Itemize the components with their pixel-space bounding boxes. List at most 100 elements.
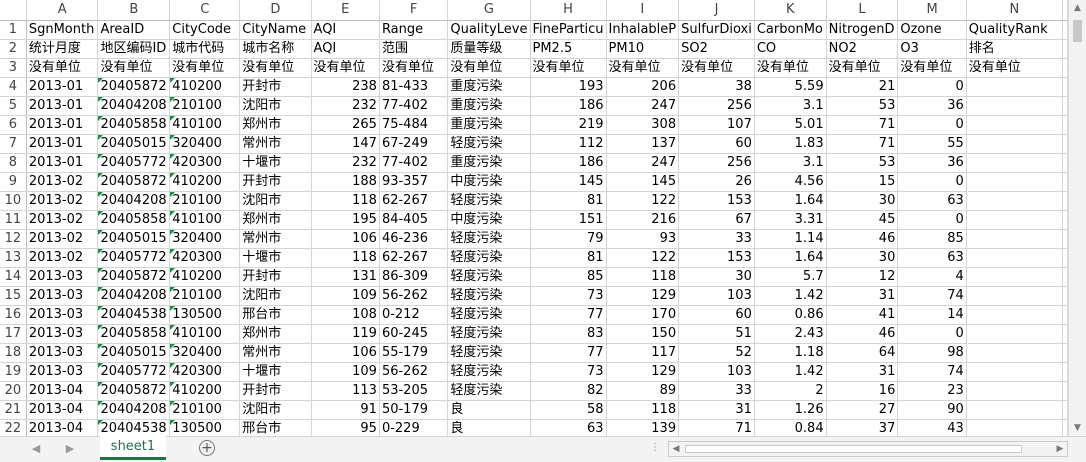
- cell-a6[interactable]: 2013-01: [26, 115, 99, 135]
- select-all-corner[interactable]: [0, 0, 27, 21]
- scroll-right-icon[interactable]: ▶: [1053, 442, 1067, 456]
- cell-m1[interactable]: Ozone: [897, 20, 967, 40]
- cell-n12[interactable]: [966, 229, 1064, 249]
- cell-empty[interactable]: [1062, 419, 1068, 436]
- column-header-g[interactable]: G: [447, 0, 531, 21]
- cell-n16[interactable]: [966, 305, 1064, 325]
- cell-empty[interactable]: [1062, 248, 1068, 268]
- cell-n8[interactable]: [966, 153, 1064, 173]
- cell-b22[interactable]: 20404538: [97, 419, 171, 436]
- cell-c15[interactable]: 210100: [169, 286, 241, 306]
- cell-j18[interactable]: 52: [678, 343, 755, 363]
- cell-empty[interactable]: [1062, 210, 1068, 230]
- cell-d15[interactable]: 沈阳市: [239, 286, 312, 306]
- cell-d2[interactable]: 城市名称: [239, 39, 312, 59]
- cell-m12[interactable]: 85: [897, 229, 967, 249]
- cell-b19[interactable]: 20405772: [97, 362, 171, 382]
- cell-c16[interactable]: 130500: [169, 305, 241, 325]
- cell-j19[interactable]: 103: [678, 362, 755, 382]
- cell-d17[interactable]: 郑州市: [239, 324, 312, 344]
- cell-empty[interactable]: [1062, 324, 1068, 344]
- cell-empty[interactable]: [1062, 58, 1068, 78]
- row-header[interactable]: 10: [0, 191, 27, 211]
- prev-sheet-icon[interactable]: ◀: [28, 441, 44, 457]
- cell-c20[interactable]: 410200: [169, 381, 241, 401]
- cell-m17[interactable]: 0: [897, 324, 967, 344]
- cell-j13[interactable]: 153: [678, 248, 755, 268]
- cell-h1[interactable]: FineParticu: [530, 20, 607, 40]
- cell-g12[interactable]: 轻度污染: [447, 229, 531, 249]
- cell-d7[interactable]: 常州市: [239, 134, 312, 154]
- cell-a17[interactable]: 2013-03: [26, 324, 99, 344]
- cell-h17[interactable]: 83: [530, 324, 607, 344]
- cell-l6[interactable]: 71: [826, 115, 899, 135]
- cell-h22[interactable]: 63: [530, 419, 607, 436]
- cell-empty[interactable]: [1062, 115, 1068, 135]
- cell-k17[interactable]: 2.43: [754, 324, 827, 344]
- cell-c6[interactable]: 410100: [169, 115, 241, 135]
- cell-f6[interactable]: 75-484: [379, 115, 449, 135]
- cell-f14[interactable]: 86-309: [379, 267, 449, 287]
- cell-l16[interactable]: 41: [826, 305, 899, 325]
- cell-j1[interactable]: SulfurDioxi: [678, 20, 755, 40]
- cell-empty[interactable]: [1062, 96, 1068, 116]
- horizontal-scrollbar[interactable]: ◀ ▶: [668, 441, 1068, 457]
- cell-l1[interactable]: NitrogenD: [826, 20, 899, 40]
- cell-g15[interactable]: 轻度污染: [447, 286, 531, 306]
- cell-h2[interactable]: PM2.5: [530, 39, 607, 59]
- cell-h20[interactable]: 82: [530, 381, 607, 401]
- cell-i8[interactable]: 247: [606, 153, 680, 173]
- cell-n7[interactable]: [966, 134, 1064, 154]
- cell-a22[interactable]: 2013-04: [26, 419, 99, 436]
- cell-l13[interactable]: 30: [826, 248, 899, 268]
- cell-e1[interactable]: AQI: [311, 20, 380, 40]
- cell-f3[interactable]: 没有单位: [379, 58, 449, 78]
- cell-n20[interactable]: [966, 381, 1064, 401]
- cell-c12[interactable]: 320400: [169, 229, 241, 249]
- cell-a16[interactable]: 2013-03: [26, 305, 99, 325]
- cell-i20[interactable]: 89: [606, 381, 680, 401]
- cell-d3[interactable]: 没有单位: [239, 58, 312, 78]
- cell-j4[interactable]: 38: [678, 77, 755, 97]
- row-header[interactable]: 1: [0, 20, 27, 40]
- cell-h14[interactable]: 85: [530, 267, 607, 287]
- row-header[interactable]: 5: [0, 96, 27, 116]
- cell-b10[interactable]: 20404208: [97, 191, 171, 211]
- cell-g19[interactable]: 轻度污染: [447, 362, 531, 382]
- cell-h18[interactable]: 77: [530, 343, 607, 363]
- row-header[interactable]: 2: [0, 39, 27, 59]
- cell-b4[interactable]: 20405872: [97, 77, 171, 97]
- cell-i3[interactable]: 没有单位: [606, 58, 680, 78]
- cell-e3[interactable]: 没有单位: [311, 58, 380, 78]
- cell-h13[interactable]: 81: [530, 248, 607, 268]
- cell-m13[interactable]: 63: [897, 248, 967, 268]
- cell-k7[interactable]: 1.83: [754, 134, 827, 154]
- cell-a11[interactable]: 2013-02: [26, 210, 99, 230]
- row-header[interactable]: 6: [0, 115, 27, 135]
- cell-j12[interactable]: 33: [678, 229, 755, 249]
- cell-e6[interactable]: 265: [311, 115, 380, 135]
- cell-j9[interactable]: 26: [678, 172, 755, 192]
- cell-empty[interactable]: [1062, 77, 1068, 97]
- column-header-l[interactable]: L: [826, 0, 899, 21]
- cell-l7[interactable]: 71: [826, 134, 899, 154]
- cell-a4[interactable]: 2013-01: [26, 77, 99, 97]
- cell-empty[interactable]: [1062, 39, 1068, 59]
- cell-d11[interactable]: 郑州市: [239, 210, 312, 230]
- cell-empty[interactable]: [1062, 191, 1068, 211]
- cell-i11[interactable]: 216: [606, 210, 680, 230]
- cell-a9[interactable]: 2013-02: [26, 172, 99, 192]
- cell-a5[interactable]: 2013-01: [26, 96, 99, 116]
- column-header-f[interactable]: F: [379, 0, 449, 21]
- cell-empty[interactable]: [1062, 134, 1068, 154]
- row-header[interactable]: 14: [0, 267, 27, 287]
- cell-a13[interactable]: 2013-02: [26, 248, 99, 268]
- cell-c7[interactable]: 320400: [169, 134, 241, 154]
- cell-a18[interactable]: 2013-03: [26, 343, 99, 363]
- cell-g14[interactable]: 轻度污染: [447, 267, 531, 287]
- cell-n19[interactable]: [966, 362, 1064, 382]
- cell-j15[interactable]: 103: [678, 286, 755, 306]
- cell-a19[interactable]: 2013-03: [26, 362, 99, 382]
- cell-j20[interactable]: 33: [678, 381, 755, 401]
- cell-i19[interactable]: 129: [606, 362, 680, 382]
